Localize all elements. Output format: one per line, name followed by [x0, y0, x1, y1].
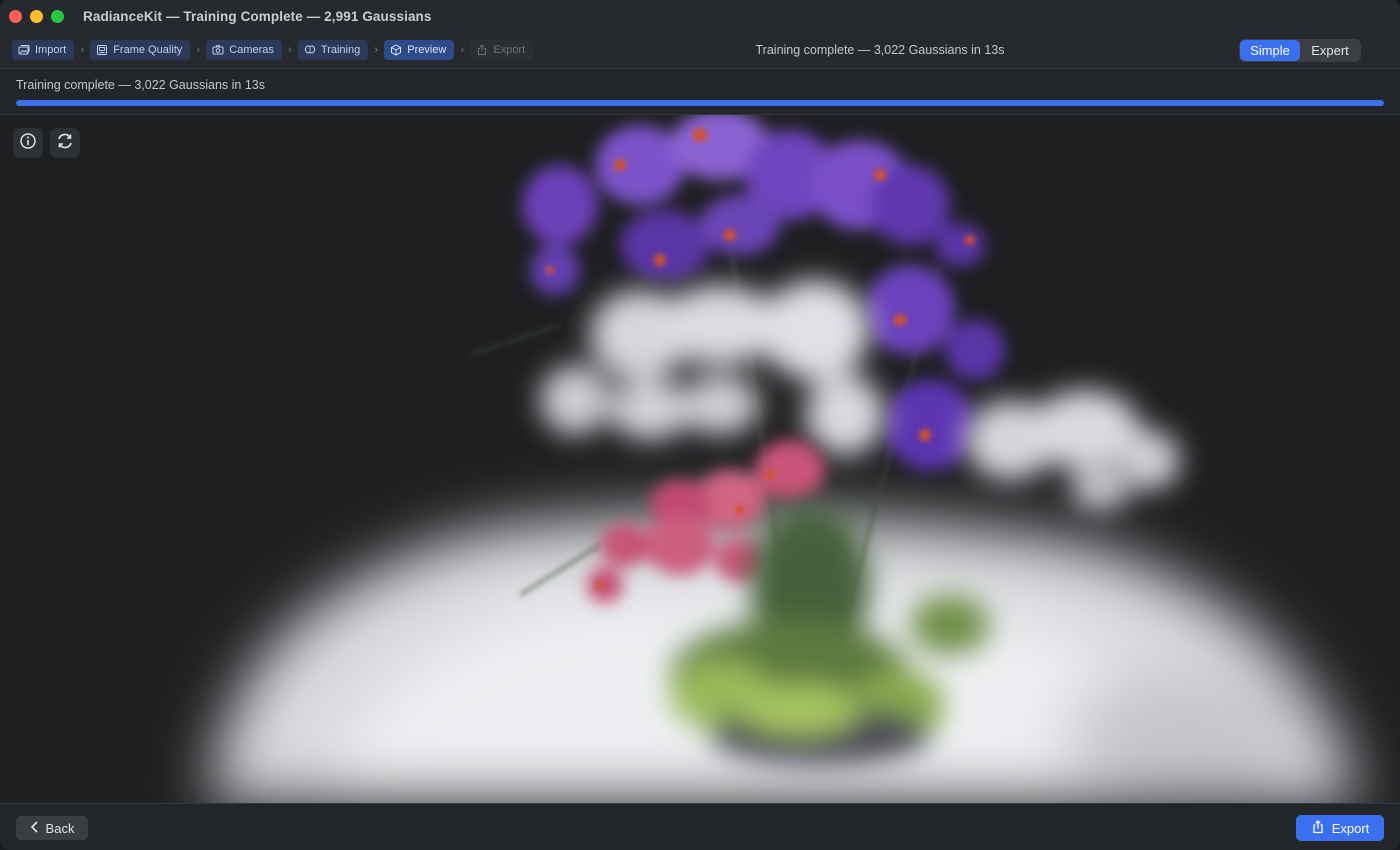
zoom-window-button[interactable] [51, 10, 64, 23]
cube-icon [390, 44, 402, 56]
mode-segmented-control: Simple Expert [1239, 39, 1361, 62]
workflow-breadcrumb: Import › Frame Quality › Cameras › Train… [12, 40, 534, 60]
toolbar: Import › Frame Quality › Cameras › Train… [0, 33, 1400, 69]
frame-icon [96, 44, 108, 56]
camera-icon [212, 44, 224, 56]
back-button[interactable]: Back [16, 816, 88, 840]
chevron-left-icon [30, 820, 40, 836]
toolbar-status-label: Training complete — 3,022 Gaussians in 1… [755, 43, 1005, 57]
progress-bar [16, 100, 1384, 106]
reset-view-icon [55, 131, 75, 156]
progress-bar-fill [16, 100, 1384, 106]
chevron-right-icon: › [196, 44, 201, 56]
minimize-window-button[interactable] [30, 10, 43, 23]
chevron-right-icon: › [460, 44, 465, 56]
reset-view-button[interactable] [50, 128, 80, 158]
share-icon [1311, 819, 1325, 837]
preview-viewport[interactable] [0, 115, 1400, 803]
progress-status-text: Training complete — 3,022 Gaussians in 1… [16, 78, 265, 92]
step-preview[interactable]: Preview [384, 40, 455, 60]
progress-section: Training complete — 3,022 Gaussians in 1… [0, 69, 1400, 115]
step-frame-quality[interactable]: Frame Quality [90, 40, 191, 60]
step-cameras-label: Cameras [229, 44, 274, 56]
chevron-right-icon: › [374, 44, 379, 56]
share-icon [476, 44, 488, 56]
info-button[interactable] [13, 128, 43, 158]
window-controls [9, 10, 64, 23]
step-training[interactable]: Training [297, 40, 369, 60]
chevron-right-icon: › [288, 44, 292, 56]
step-import-label: Import [35, 44, 67, 56]
mode-simple-button[interactable]: Simple [1240, 40, 1300, 61]
toolbar-status-text: Training complete — 3,022 Gaussians in 1… [700, 43, 1060, 57]
step-export-label: Export [493, 44, 526, 56]
export-button[interactable]: Export [1296, 815, 1384, 841]
splat-render-image [210, 115, 1360, 803]
step-export[interactable]: Export [470, 40, 534, 60]
mode-expert-button[interactable]: Expert [1300, 40, 1360, 61]
step-cameras[interactable]: Cameras [206, 40, 282, 60]
brain-icon [304, 44, 316, 56]
chevron-right-icon: › [80, 44, 85, 56]
export-button-label: Export [1331, 820, 1370, 836]
step-import[interactable]: Import [12, 40, 75, 60]
back-button-label: Back [45, 820, 75, 836]
title-bar: RadianceKit — Training Complete — 2,991 … [0, 0, 1400, 33]
step-training-label: Training [320, 44, 361, 56]
window-title: RadianceKit — Training Complete — 2,991 … [83, 9, 432, 24]
photo-stack-icon [18, 44, 30, 56]
info-icon [19, 132, 37, 155]
step-frame-quality-label: Frame Quality [113, 44, 183, 56]
step-preview-label: Preview [407, 44, 447, 56]
app-window: RadianceKit — Training Complete — 2,991 … [0, 0, 1400, 850]
close-window-button[interactable] [9, 10, 22, 23]
bottom-bar: Back Export [0, 803, 1400, 850]
